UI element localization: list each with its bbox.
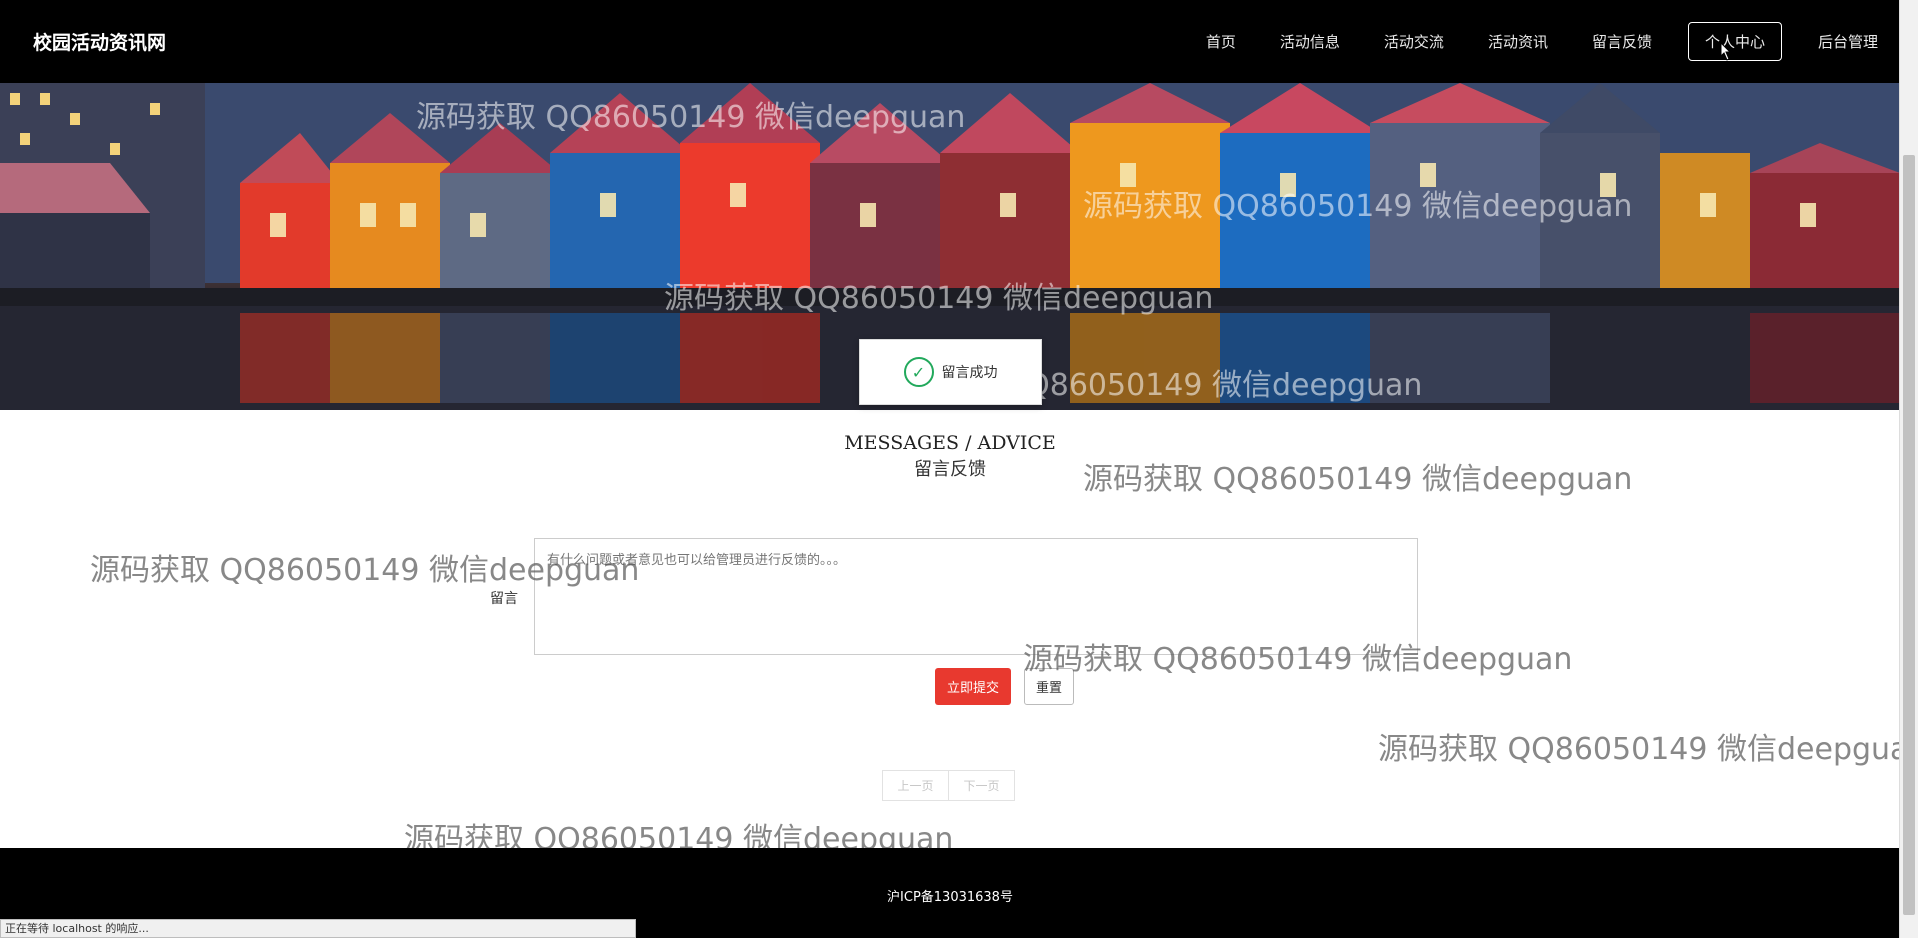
scrollbar-thumb[interactable] xyxy=(1903,155,1915,915)
nav-item[interactable]: 活动信息 xyxy=(1280,31,1340,52)
prev-page-button[interactable]: 上一页 xyxy=(883,771,948,800)
submit-button[interactable]: 立即提交 xyxy=(935,668,1011,705)
nav-item[interactable]: 个人中心 xyxy=(1687,22,1782,61)
toast-message: 留言成功 xyxy=(941,365,998,381)
reset-button[interactable]: 重置 xyxy=(1024,668,1074,705)
main-nav: 首页 活动信息 活动交流 活动资讯 留言反馈 个人中心 后台管理 xyxy=(1184,0,1900,83)
mouse-pointer-icon xyxy=(1720,42,1732,61)
nav-item[interactable]: 首页 xyxy=(1206,31,1236,52)
top-navbar: 校园活动资讯网 首页 活动信息 活动交流 活动资讯 留言反馈 个人中心 后台管理 xyxy=(0,0,1900,83)
watermark-text: 源码获取 QQ86050149 微信deepguan xyxy=(1378,732,1918,767)
browser-status-bar: 正在等待 localhost 的响应... xyxy=(0,919,636,938)
check-circle-icon: ✓ xyxy=(903,357,934,387)
page-scrollbar[interactable] xyxy=(1899,0,1918,938)
next-page-button[interactable]: 下一页 xyxy=(948,771,1014,800)
success-toast: ✓ 留言成功 xyxy=(859,339,1042,405)
nav-item[interactable]: 后台管理 xyxy=(1818,31,1878,52)
message-textarea[interactable] xyxy=(534,538,1418,655)
site-logo-text[interactable]: 校园活动资讯网 xyxy=(33,28,166,55)
nav-item[interactable]: 活动资讯 xyxy=(1488,31,1548,52)
icp-record[interactable]: 沪ICP备13031638号 xyxy=(0,886,1900,905)
pagination: 上一页 下一页 xyxy=(882,770,1015,801)
message-label: 留言 xyxy=(490,591,518,607)
section-title-cn: 留言反馈 xyxy=(914,459,986,480)
nav-item[interactable]: 留言反馈 xyxy=(1592,31,1652,52)
section-title-en: MESSAGES / ADVICE xyxy=(844,432,1056,454)
nav-item[interactable]: 活动交流 xyxy=(1384,31,1444,52)
